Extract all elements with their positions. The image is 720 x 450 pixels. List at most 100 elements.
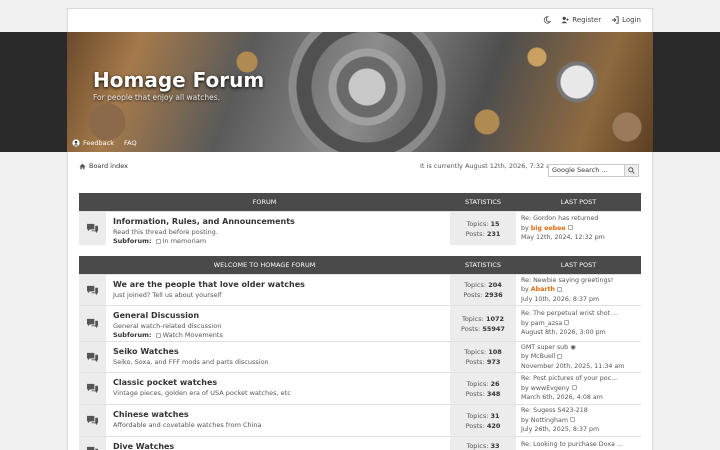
last-post-title[interactable]: Re: Gordon has returned	[521, 214, 636, 224]
category-title[interactable]: FORUM	[79, 198, 450, 206]
posts-count: 420	[486, 421, 501, 430]
forum-row: Classic pocket watches Vintage pieces, g…	[79, 372, 641, 404]
last-post-title[interactable]: Re: Newbie saying greetings!	[521, 276, 636, 286]
forum-status-icon	[79, 275, 106, 305]
last-post: Re: The perpetual wrist shot ... by pam_…	[516, 306, 641, 341]
forum-title[interactable]: Dive Watches	[113, 442, 443, 450]
last-post-by: by	[521, 384, 529, 392]
last-post-date: July 10th, 2026, 8:37 pm	[521, 295, 600, 303]
site-title[interactable]: Homage Forum	[93, 68, 264, 92]
last-post: Re: Sugess S423-218 by Nottingham July 2…	[516, 405, 641, 436]
last-post-by: by	[521, 224, 529, 232]
view-latest-post-icon[interactable]	[571, 385, 577, 391]
topics-count: 108	[488, 348, 502, 356]
breadcrumb[interactable]: Board index	[79, 162, 128, 170]
feedback-link[interactable]: Feedback	[72, 139, 114, 147]
subforum-label: Subforum:	[113, 331, 152, 339]
category-header: WELCOME TO HOMAGE FORUM STATISTICS LAST …	[79, 256, 641, 274]
topics-label: Topics:	[464, 281, 487, 289]
posts-count: 973	[486, 358, 501, 366]
last-post-author[interactable]: wwwEvgeny	[531, 385, 570, 392]
last-post-title[interactable]: GMT super sub	[521, 344, 568, 351]
last-post-title[interactable]: Re: Sugess S423-218	[521, 406, 636, 416]
subforum-line: Subforum: Watch Movements	[113, 331, 443, 340]
forum-title[interactable]: Information, Rules, and Announcements	[113, 217, 443, 226]
feedback-label: Feedback	[83, 139, 114, 147]
forum-title[interactable]: We are the people that love older watche…	[113, 280, 443, 289]
last-post: GMT super sub ◉ by McBuell November 20th…	[516, 342, 641, 372]
search-icon	[628, 167, 635, 174]
header-banner	[0, 32, 720, 152]
forum-status-icon	[79, 342, 106, 372]
last-post-date: August 8th, 2026, 3:00 pm	[521, 329, 606, 337]
topics-count: 1072	[485, 314, 505, 323]
forum-status-icon	[79, 212, 106, 245]
forum-title[interactable]: General Discussion	[113, 311, 443, 320]
posts-label: Posts:	[465, 229, 485, 238]
breadcrumb-board-index: Board index	[89, 162, 128, 170]
forum-row: General Discussion General watch-related…	[79, 305, 641, 341]
posts-label: Posts:	[465, 358, 485, 366]
site-description: For people that enjoy all watches.	[93, 93, 220, 102]
topics-label: Topics:	[466, 442, 489, 450]
last-post-author[interactable]: pam_azsa	[531, 320, 562, 327]
forum-description: Just joined? Tell us about yourself	[113, 291, 222, 299]
posts-label: Posts:	[463, 291, 483, 299]
last-post-author[interactable]: McBuell	[531, 353, 556, 360]
top-nav: Register Login	[67, 8, 653, 32]
last-post: Re: Looking to purchase Doxa ...	[516, 437, 641, 450]
search-form: Google Search ...	[548, 164, 639, 177]
subforum-link[interactable]: In memoriam	[163, 237, 207, 245]
login-link[interactable]: Login	[611, 16, 641, 24]
faq-link[interactable]: FAQ	[124, 139, 137, 147]
last-post-by: by	[521, 416, 529, 424]
forum-title[interactable]: Chinese watches	[113, 410, 443, 419]
subforum-link[interactable]: Watch Movements	[163, 331, 223, 339]
forum-status-icon	[79, 437, 106, 450]
topics-label: Topics:	[466, 411, 489, 420]
forum-description: Vintage pieces, golden era of USA pocket…	[113, 389, 291, 397]
theme-toggle-button[interactable]	[543, 16, 552, 24]
view-latest-post-icon[interactable]	[567, 225, 573, 231]
forum-category: WELCOME TO HOMAGE FORUM STATISTICS LAST …	[79, 256, 641, 450]
forum-title[interactable]: Classic pocket watches	[113, 378, 443, 387]
view-latest-post-icon[interactable]	[557, 353, 563, 359]
last-post-title[interactable]: Re: Looking to purchase Doxa ...	[521, 440, 636, 450]
forum-stats: Topics: 108 Posts: 973	[450, 342, 516, 372]
search-button[interactable]	[624, 165, 638, 176]
view-latest-post-icon[interactable]	[569, 417, 575, 423]
last-post-author[interactable]: Nottingham	[531, 417, 568, 424]
faq-label: FAQ	[123, 139, 137, 147]
last-post: Re: Gordon has returned by big eebee May…	[516, 212, 641, 245]
stats-header: STATISTICS	[464, 198, 502, 206]
view-latest-post-icon[interactable]	[556, 286, 562, 292]
category-title[interactable]: WELCOME TO HOMAGE FORUM	[79, 261, 450, 269]
forum-status-icon	[79, 306, 106, 341]
subforum-label: Subforum:	[113, 237, 152, 245]
last-post-author[interactable]: Abarth	[531, 286, 555, 293]
forum-status-icon	[79, 405, 106, 436]
topics-count: 15	[490, 219, 500, 228]
last-post-date: July 26th, 2025, 8:37 pm	[521, 426, 600, 434]
forum-row: Seiko Watches Seiko, Soxa, and FFF mods …	[79, 341, 641, 372]
last-post-title[interactable]: Re: The perpetual wrist shot ...	[521, 309, 636, 319]
last-post-title[interactable]: Re: Post pictures of your poc...	[521, 374, 636, 384]
last-post-date: May 12th, 2024, 12:32 pm	[521, 234, 605, 242]
register-link[interactable]: Register	[561, 16, 601, 24]
moon-icon	[544, 16, 552, 24]
comments-icon	[87, 415, 98, 426]
forum-description: General watch-related discussion	[113, 322, 222, 330]
forum-title[interactable]: Seiko Watches	[113, 347, 443, 356]
topics-label: Topics:	[464, 348, 487, 356]
topics-count: 33	[490, 442, 500, 450]
poll-icon: ◉	[570, 343, 576, 351]
forum-stats: Topics: 204 Posts: 2936	[450, 275, 516, 305]
view-latest-post-icon[interactable]	[564, 320, 570, 326]
home-icon	[79, 163, 86, 169]
comments-icon	[87, 223, 98, 234]
last-post-author[interactable]: big eebee	[531, 225, 566, 232]
last-post: Re: Newbie saying greetings! by Abarth J…	[516, 275, 641, 305]
search-input[interactable]: Google Search ...	[549, 165, 624, 176]
last-post-header: LAST POST	[560, 261, 597, 269]
forum-category: FORUM STATISTICS LAST POST Information, …	[79, 193, 641, 245]
